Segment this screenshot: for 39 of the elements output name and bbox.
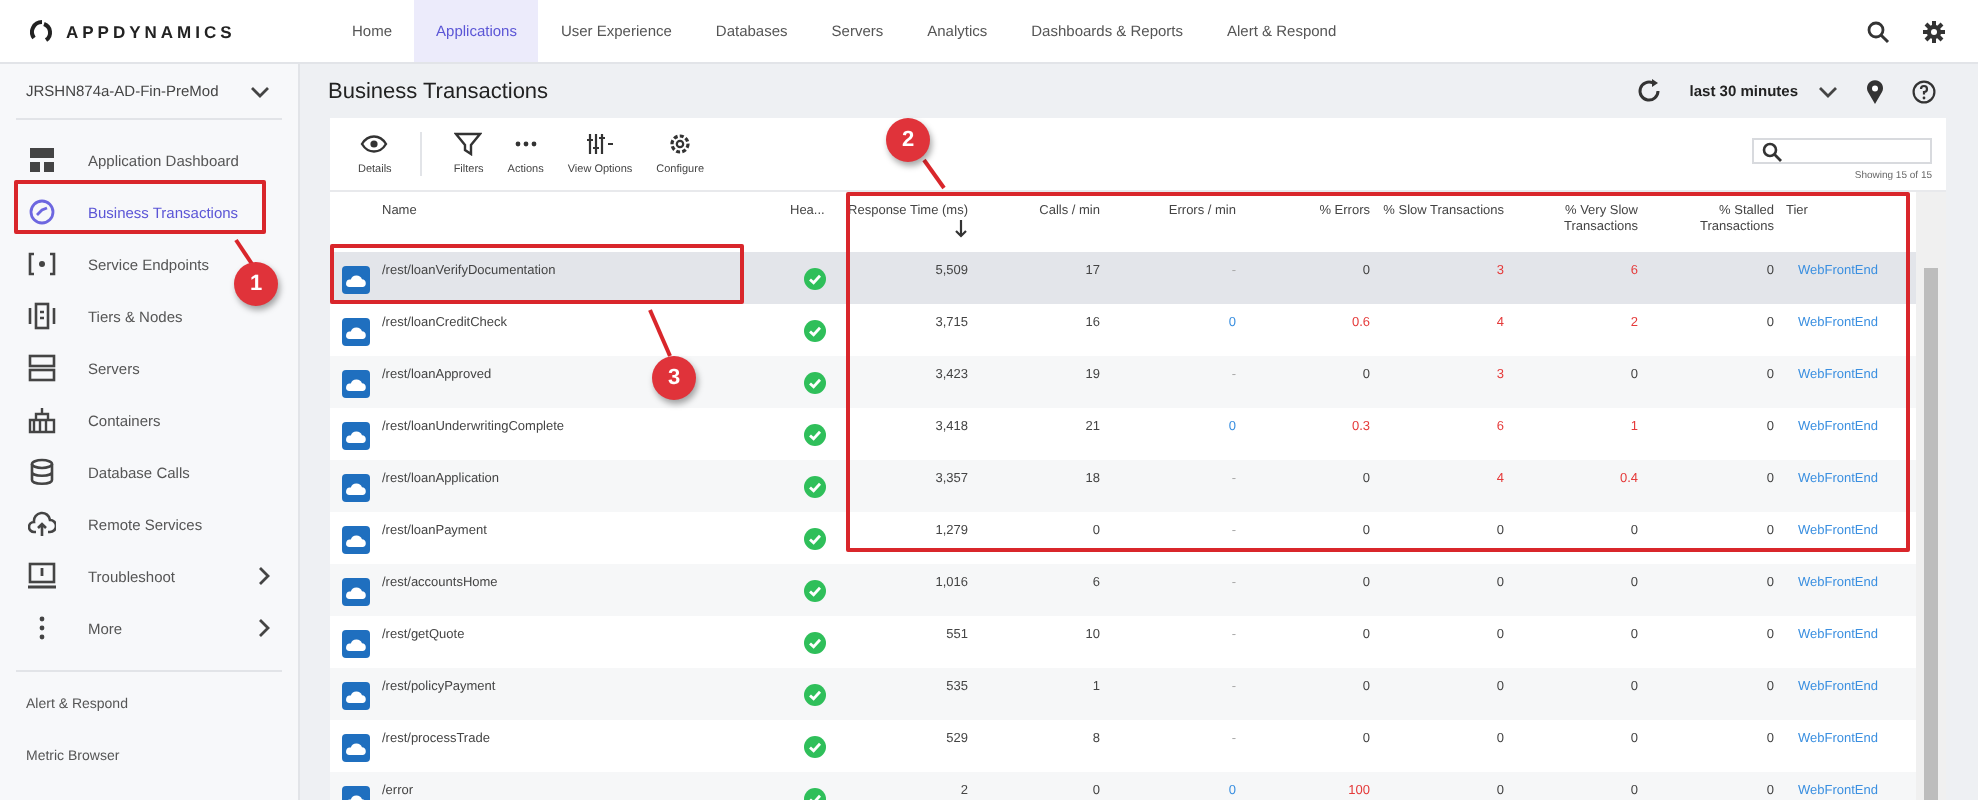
eye-icon bbox=[360, 132, 389, 156]
cloud-icon bbox=[342, 526, 370, 554]
help-icon[interactable] bbox=[1912, 79, 1936, 103]
location-pin-icon[interactable] bbox=[1866, 79, 1884, 103]
search-field[interactable] bbox=[1752, 138, 1932, 164]
cloud-icon bbox=[342, 630, 370, 658]
servers-icon bbox=[28, 354, 56, 382]
sort-down-icon bbox=[954, 220, 968, 239]
page-title: Business Transactions bbox=[328, 79, 549, 103]
chevron-down-icon bbox=[1818, 85, 1838, 97]
logo-icon bbox=[30, 19, 54, 43]
gear-icon bbox=[666, 132, 695, 156]
sliders-icon bbox=[586, 132, 614, 156]
cloud-icon bbox=[342, 578, 370, 606]
leader-line bbox=[648, 308, 672, 358]
database-icon bbox=[28, 458, 56, 486]
cloud-icon bbox=[342, 266, 370, 294]
chevron-right-icon bbox=[258, 566, 270, 586]
brand-name: APPDYNAMICS bbox=[66, 21, 236, 41]
scrollbar[interactable] bbox=[1916, 192, 1946, 800]
cloud-icon bbox=[342, 474, 370, 502]
refresh-icon[interactable] bbox=[1635, 78, 1662, 104]
cloud-icon bbox=[342, 682, 370, 710]
dashboard-icon bbox=[28, 146, 56, 174]
settings-icon[interactable] bbox=[1922, 19, 1946, 43]
cloud-icon bbox=[342, 370, 370, 398]
filter-icon bbox=[454, 132, 483, 156]
cloud-icon bbox=[28, 510, 56, 538]
cloud-icon bbox=[342, 318, 370, 346]
cloud-icon bbox=[342, 422, 370, 450]
containers-icon bbox=[28, 406, 56, 434]
chevron-down-icon bbox=[250, 85, 270, 97]
search-icon[interactable] bbox=[1866, 19, 1890, 43]
leader-line bbox=[234, 238, 254, 266]
troubleshoot-icon bbox=[28, 562, 56, 590]
search-icon bbox=[1762, 141, 1782, 161]
chevron-right-icon bbox=[258, 618, 270, 638]
leader-line bbox=[922, 158, 946, 190]
cloud-icon bbox=[342, 734, 370, 762]
